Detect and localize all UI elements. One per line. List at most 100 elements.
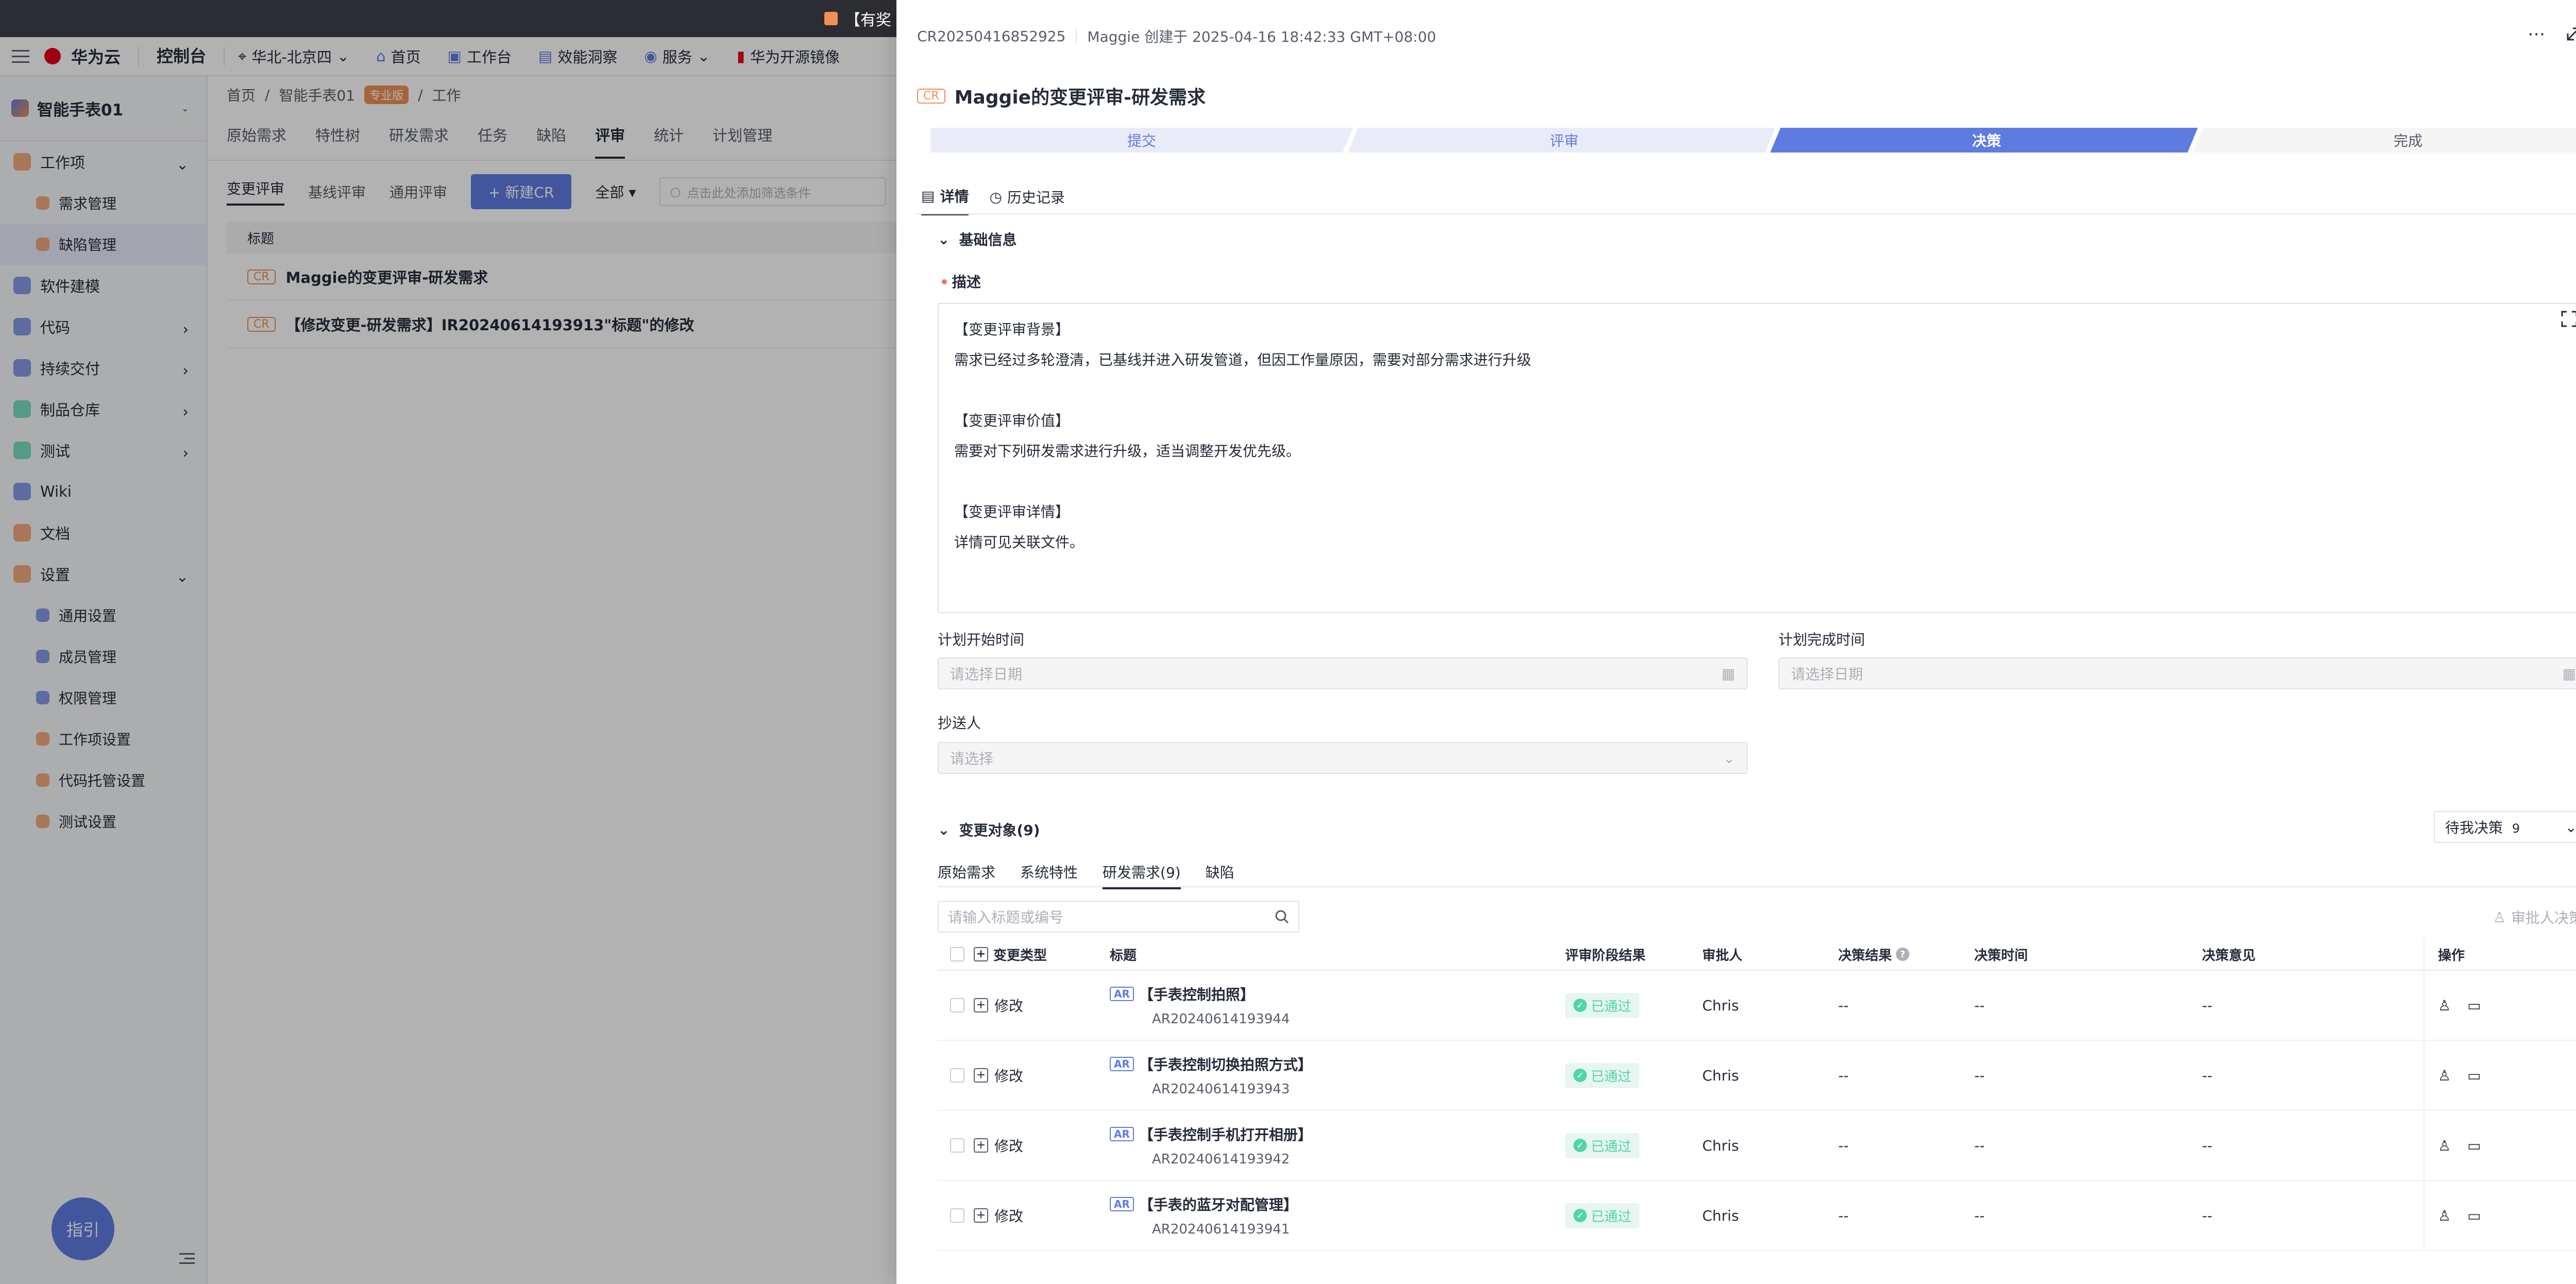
object-title[interactable]: 【手表的蓝牙对配管理】 — [1139, 1194, 1298, 1214]
comment-icon[interactable]: ▭ — [2467, 1137, 2481, 1154]
select-all-checkbox[interactable] — [950, 947, 964, 961]
plan-start-date-input[interactable]: 请选择日期 ▦ — [938, 657, 1748, 689]
check-icon: ✓ — [1573, 1139, 1587, 1152]
drawer-actions: ⋯ — [2528, 24, 2576, 44]
stage-result-badge: ✓ 已通过 — [1565, 1062, 1640, 1088]
comment-icon[interactable]: ▭ — [2467, 1067, 2481, 1084]
table-row[interactable]: + 修改 AR 【手表控制切换拍照方式】 AR20240614193943 ✓ 已通过 Chr… — [938, 1041, 2576, 1111]
stamp-icon[interactable]: ♙ — [2438, 997, 2451, 1014]
object-title[interactable]: 【手表控制手机打开相册】 — [1139, 1124, 1312, 1144]
step-decision: 决策 — [1972, 132, 2001, 149]
comment-icon[interactable]: ▭ — [2467, 1207, 2481, 1224]
process-steps: 提交 评审 决策 完成 — [930, 128, 2576, 153]
decision-time: -- — [1974, 1137, 1985, 1154]
decision-result: -- — [1838, 1067, 1849, 1084]
expand-row-icon[interactable]: + — [974, 998, 988, 1012]
basic-info-toggle[interactable]: ⌄ 基础信息 — [938, 229, 1016, 249]
expand-row-icon[interactable]: + — [974, 1208, 988, 1223]
creator-info: Maggie 创建于 2025-04-16 18:42:33 GMT+08:00 — [1087, 28, 1436, 45]
change-type: 修改 — [994, 1138, 1024, 1155]
tab-system-feature[interactable]: 系统特性 — [1020, 861, 1078, 889]
cc-label: 抄送人 — [938, 715, 981, 732]
row-checkbox[interactable] — [950, 1208, 964, 1223]
object-title[interactable]: 【手表控制切换拍照方式】 — [1139, 1054, 1312, 1074]
stamp-icon[interactable]: ♙ — [2438, 1207, 2451, 1224]
tab-defect[interactable]: 缺陷 — [1206, 861, 1234, 889]
description-label: • 描述 — [940, 274, 981, 291]
change-type: 修改 — [994, 1068, 1024, 1085]
object-type-tabs: 原始需求 系统特性 研发需求(9) 缺陷 — [938, 861, 1234, 889]
row-checkbox[interactable] — [950, 998, 964, 1012]
stage-result-badge: ✓ 已通过 — [1565, 992, 1640, 1018]
cr-title: Maggie的变更评审-研发需求 — [954, 87, 1206, 108]
check-icon: ✓ — [1573, 1209, 1587, 1222]
change-type: 修改 — [994, 998, 1024, 1015]
description-line: 需求已经过多轮澄清，已基线并进入研发管道，但因工作量原因，需要对部分需求进行升级 — [954, 351, 1532, 368]
expand-row-icon[interactable]: + — [974, 1068, 988, 1083]
step-submit: 提交 — [1127, 132, 1156, 149]
expand-all-icon[interactable]: + — [974, 947, 988, 961]
decision-opinion: -- — [2202, 1207, 2213, 1224]
tab-details[interactable]: ▤ 详情 — [921, 185, 969, 215]
ar-badge: AR — [1110, 1127, 1134, 1141]
plan-end-date-input[interactable]: 请选择日期 ▦ — [1778, 657, 2576, 689]
tab-dev-requirement[interactable]: 研发需求(9) — [1103, 861, 1181, 889]
plan-start-label: 计划开始时间 — [938, 631, 1025, 648]
stamp-icon[interactable]: ♙ — [2438, 1067, 2451, 1084]
expand-row-icon[interactable]: + — [974, 1138, 988, 1153]
more-icon[interactable]: ⋯ — [2528, 24, 2545, 44]
comment-icon[interactable]: ▭ — [2467, 997, 2481, 1014]
approver: Chris — [1702, 996, 1739, 1014]
row-checkbox[interactable] — [950, 1138, 964, 1153]
tab-history[interactable]: ◷ 历史记录 — [989, 185, 1064, 215]
check-icon: ✓ — [1573, 999, 1587, 1012]
clock-icon: ◷ — [989, 188, 1002, 206]
chevron-down-icon: ⌄ — [2565, 818, 2576, 836]
chevron-down-icon: ⌄ — [938, 230, 950, 248]
chevron-down-icon: ⌄ — [1723, 749, 1735, 767]
pending-decision-select[interactable]: 待我决策 9 ⌄ — [2434, 811, 2576, 843]
calendar-icon: ▦ — [1721, 665, 1735, 682]
description-editor[interactable]: 【变更评审背景】 需求已经过多轮澄清，已基线并进入研发管道，但因工作量原因，需要对… — [938, 303, 2576, 613]
decision-result: -- — [1838, 1207, 1849, 1224]
cc-select[interactable]: 请选择 ⌄ — [938, 742, 1748, 774]
help-icon[interactable]: ? — [1896, 948, 1910, 961]
table-row[interactable]: + 修改 AR 【手表控制拍照】 AR20240614193944 ✓ 已通过 Chris --… — [938, 971, 2576, 1041]
fullscreen-icon[interactable] — [2561, 310, 2576, 328]
description-line — [954, 466, 2572, 497]
row-checkbox[interactable] — [950, 1068, 964, 1083]
decision-time: -- — [1974, 1067, 1985, 1084]
stamp-icon[interactable]: ♙ — [2438, 1137, 2451, 1154]
object-title[interactable]: 【手表控制拍照】 — [1139, 984, 1255, 1004]
details-icon: ▤ — [921, 187, 935, 205]
tab-raw-requirement[interactable]: 原始需求 — [938, 861, 995, 889]
object-search-input[interactable]: 请输入标题或编号 — [938, 901, 1299, 933]
detail-tabs: ▤ 详情 ◷ 历史记录 — [921, 185, 1065, 215]
cr-id: CR20250416852925 — [917, 27, 1066, 45]
object-number: AR20240614193944 — [1152, 1011, 1290, 1027]
object-number: AR20240614193941 — [1152, 1222, 1290, 1237]
description-line: 需要对下列研发需求进行升级，适当调整开发优先级。 — [954, 443, 1301, 460]
ar-badge: AR — [1110, 987, 1134, 1001]
top-notice[interactable]: 【有奖 — [824, 7, 891, 30]
description-line: 【变更评审详情】 — [954, 503, 1070, 520]
table-row[interactable]: + 修改 AR 【手表控制手机打开相册】 AR20240614193942 ✓ 已通过 Chr… — [938, 1111, 2576, 1181]
decision-opinion: -- — [2202, 1067, 2213, 1084]
change-objects-toggle[interactable]: ⌄ 变更对象(9) — [938, 819, 1040, 840]
object-number: AR20240614193942 — [1152, 1152, 1290, 1167]
decision-time: -- — [1974, 1207, 1985, 1224]
description-line — [954, 375, 2572, 406]
decision-result: -- — [1838, 1137, 1849, 1154]
approver-decision-button[interactable]: ♙ 审批人决策 — [2493, 907, 2576, 927]
expand-icon[interactable] — [2566, 26, 2576, 42]
decision-result: -- — [1838, 996, 1849, 1014]
modal-overlay[interactable] — [0, 37, 901, 1284]
description-line: 详情可见关联文件。 — [954, 534, 1084, 551]
search-icon — [1275, 909, 1289, 924]
stage-result-badge: ✓ 已通过 — [1565, 1203, 1640, 1228]
object-number: AR20240614193943 — [1152, 1082, 1290, 1097]
approver: Chris — [1702, 1207, 1739, 1224]
table-row[interactable]: + 修改 AR 【手表的蓝牙对配管理】 AR20240614193941 ✓ 已通过 Chri… — [938, 1181, 2576, 1251]
approver: Chris — [1702, 1137, 1739, 1154]
cr-badge: CR — [917, 88, 945, 104]
